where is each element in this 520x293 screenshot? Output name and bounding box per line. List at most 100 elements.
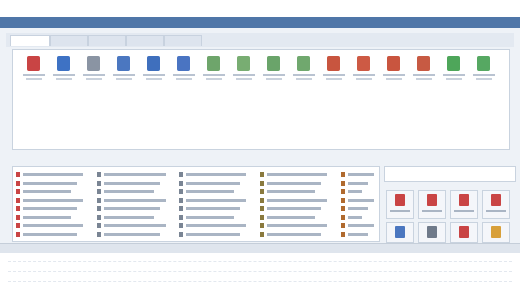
list-item[interactable] <box>97 205 167 212</box>
list-item-icon <box>341 197 345 203</box>
tab-3[interactable] <box>88 35 126 46</box>
list-item[interactable] <box>16 205 84 212</box>
toolbar-button-label <box>413 74 435 76</box>
list-item-label <box>186 207 240 210</box>
list-item[interactable] <box>179 214 247 221</box>
list-item[interactable] <box>341 171 375 178</box>
report-icon <box>459 194 469 206</box>
list-item-icon <box>341 214 345 220</box>
toolbar-button-9[interactable] <box>263 56 285 84</box>
list-item[interactable] <box>179 180 247 187</box>
toolbar-button-label <box>143 74 165 76</box>
list-item[interactable] <box>341 188 375 195</box>
list-item[interactable] <box>260 231 328 238</box>
list-item-icon <box>341 189 345 194</box>
list-item[interactable] <box>260 188 328 195</box>
toolbar-button-8[interactable] <box>233 56 255 84</box>
list-item[interactable] <box>179 171 247 178</box>
list-item[interactable] <box>341 205 375 212</box>
green-document-icon <box>297 56 310 71</box>
list-item[interactable] <box>97 197 167 204</box>
list-item[interactable] <box>16 222 84 229</box>
list-item[interactable] <box>97 180 167 187</box>
list-item[interactable] <box>16 180 84 187</box>
search-input[interactable] <box>384 166 516 182</box>
report-icon <box>427 226 437 238</box>
toolbar-button-7[interactable] <box>203 56 225 84</box>
report-button-7[interactable] <box>450 222 478 243</box>
list-item-icon <box>260 180 264 186</box>
list-item[interactable] <box>260 180 328 187</box>
list-item[interactable] <box>97 171 167 178</box>
list-item[interactable] <box>179 205 247 212</box>
toolbar-button-4[interactable] <box>113 56 135 84</box>
list-item-icon <box>260 214 264 220</box>
list-item[interactable] <box>341 180 375 187</box>
list-item[interactable] <box>341 222 375 229</box>
report-button-5[interactable] <box>386 222 414 243</box>
toolbar-button-14[interactable] <box>413 56 435 84</box>
toolbar-button-label-line <box>116 78 132 80</box>
list-item[interactable] <box>260 222 328 229</box>
toolbar-button-16[interactable] <box>473 56 495 84</box>
toolbar-button-5[interactable] <box>143 56 165 84</box>
toolbar-button-6[interactable] <box>173 56 195 84</box>
list-item-icon <box>179 214 183 220</box>
toolbar-button-11[interactable] <box>323 56 345 84</box>
tab-2[interactable] <box>50 35 88 46</box>
list-item[interactable] <box>97 214 167 221</box>
list-item[interactable] <box>179 222 247 229</box>
report-button-3[interactable] <box>450 190 478 219</box>
tab-4[interactable] <box>126 35 164 46</box>
toolbar-button-15[interactable] <box>443 56 465 84</box>
report-button-2[interactable] <box>418 190 446 219</box>
list-item-icon <box>16 206 20 211</box>
list-item-icon <box>97 197 101 203</box>
list-item-label <box>348 215 362 219</box>
list-item-label <box>104 232 160 236</box>
toolbar-button-label <box>203 74 225 76</box>
red-document-icon <box>357 56 370 71</box>
list-item[interactable] <box>341 197 375 204</box>
list-item[interactable] <box>179 188 247 195</box>
red-person-icon <box>27 56 40 71</box>
list-item[interactable] <box>260 205 328 212</box>
toolbar-button-label-line <box>386 78 402 80</box>
list-item-label <box>348 232 368 236</box>
list-item[interactable] <box>16 188 84 195</box>
list-item-label <box>104 207 160 210</box>
list-item[interactable] <box>260 214 328 221</box>
tab-1[interactable] <box>10 35 50 46</box>
toolbar-button-3[interactable] <box>83 56 105 84</box>
report-button-4[interactable] <box>482 190 510 219</box>
green-document-icon <box>267 56 280 71</box>
list-item[interactable] <box>97 188 167 195</box>
list-item[interactable] <box>16 197 84 204</box>
report-button-8[interactable] <box>482 222 510 243</box>
report-button-label <box>454 210 474 212</box>
list-item-icon <box>16 197 20 203</box>
toolbar-button-12[interactable] <box>353 56 375 84</box>
list-item[interactable] <box>16 214 84 221</box>
toolbar-button-label <box>83 74 105 76</box>
list-item[interactable] <box>179 197 247 204</box>
list-item[interactable] <box>16 171 84 178</box>
toolbar-button-10[interactable] <box>293 56 315 84</box>
list-item[interactable] <box>341 214 375 221</box>
list-item[interactable] <box>16 231 84 238</box>
tab-5[interactable] <box>164 35 202 46</box>
list-item[interactable] <box>97 222 167 229</box>
list-item-label <box>104 181 160 185</box>
green-person-icon <box>477 56 490 71</box>
list-item[interactable] <box>341 231 375 238</box>
list-item-icon <box>260 206 264 211</box>
toolbar-button-2[interactable] <box>53 56 75 84</box>
list-item[interactable] <box>179 231 247 238</box>
toolbar-button-13[interactable] <box>383 56 405 84</box>
list-item[interactable] <box>97 231 167 238</box>
list-item[interactable] <box>260 171 328 178</box>
toolbar-button-1[interactable] <box>23 56 45 84</box>
report-button-1[interactable] <box>386 190 414 219</box>
list-item[interactable] <box>260 197 328 204</box>
report-button-6[interactable] <box>418 222 446 243</box>
